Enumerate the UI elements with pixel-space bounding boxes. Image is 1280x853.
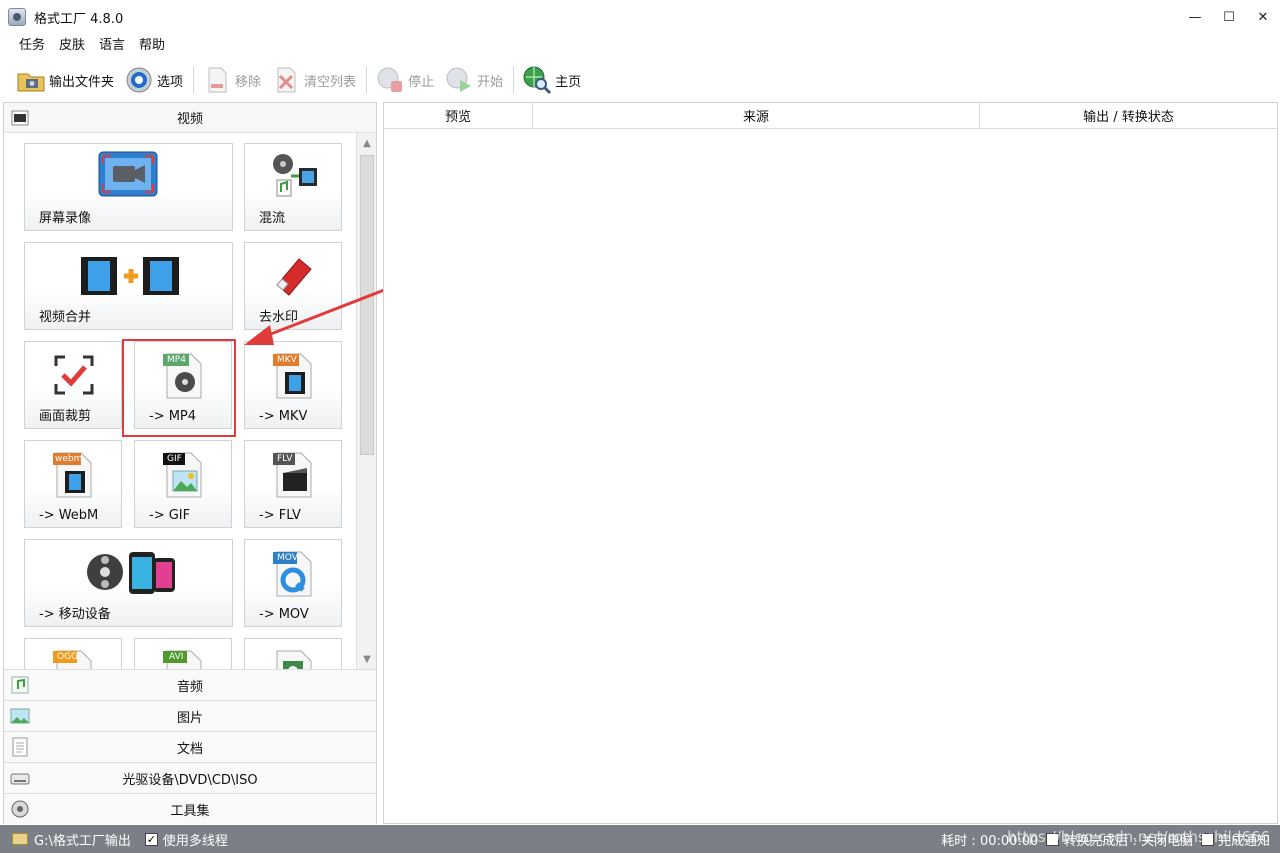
drive-icon <box>10 773 30 785</box>
video-tool-grid: 屏幕录像 混流 视频合并 去水印 画面裁剪 MP4 -> MP4 MKV -> … <box>4 133 376 669</box>
video-grid-scrollbar[interactable]: ▲ ▼ <box>356 133 376 669</box>
toolbar: 输出文件夹 选项 移除 清空列表 停止 开始 主页 <box>0 60 1280 100</box>
tile-to-mov[interactable]: MOV -> MOV <box>244 539 342 627</box>
menu-skin[interactable]: 皮肤 <box>52 34 92 58</box>
crop-icon <box>54 355 94 395</box>
close-button[interactable]: ✕ <box>1246 0 1280 34</box>
picture-icon <box>10 708 30 724</box>
app-icon <box>8 8 26 26</box>
notify-checkbox[interactable] <box>1200 832 1214 846</box>
toolbar-separator <box>513 66 515 94</box>
options-button[interactable]: 选项 <box>124 62 183 98</box>
maximize-button[interactable]: ☐ <box>1212 0 1246 34</box>
category-image[interactable]: 图片 <box>4 700 376 731</box>
tile-to-ogg[interactable]: OGG <box>24 638 122 669</box>
multithread-checkbox[interactable]: ✓ <box>144 832 158 846</box>
window-title: 格式工厂 4.8.0 <box>34 11 124 27</box>
category-document[interactable]: 文档 <box>4 731 376 762</box>
home-button[interactable]: 主页 <box>522 62 581 98</box>
document-icon <box>12 737 28 757</box>
eraser-icon <box>276 258 312 296</box>
start-button[interactable]: 开始 <box>444 62 503 98</box>
screen-record-icon <box>98 151 158 197</box>
start-icon <box>446 67 472 92</box>
multithread-label: 使用多线程 <box>162 833 228 849</box>
shutdown-checkbox[interactable] <box>1046 832 1060 846</box>
status-bar: G:\格式工厂输出 ✓ 使用多线程 耗时 : 00:00:00 转换完成后 : … <box>0 825 1280 853</box>
tile-to-mkv[interactable]: MKV -> MKV <box>244 341 342 429</box>
column-source[interactable]: 来源 <box>533 103 980 129</box>
stop-button[interactable]: 停止 <box>375 62 434 98</box>
scroll-down-icon[interactable]: ▼ <box>357 649 377 669</box>
globe-search-icon <box>523 66 552 95</box>
video-file-icon <box>276 650 312 669</box>
minimize-button[interactable]: — <box>1178 0 1212 34</box>
title-bar: 格式工厂 4.8.0 — ☐ ✕ <box>0 0 1280 34</box>
scroll-up-icon[interactable]: ▲ <box>357 133 377 153</box>
toolbar-separator <box>366 66 368 94</box>
tile-to-other[interactable] <box>244 638 342 669</box>
category-optical-drive[interactable]: 光驱设备\DVD\CD\ISO <box>4 762 376 793</box>
column-output-status[interactable]: 输出 / 转换状态 <box>980 103 1277 129</box>
tile-video-merge[interactable]: 视频合并 <box>24 242 233 330</box>
category-video[interactable]: 视频 <box>4 103 376 133</box>
tile-remove-watermark[interactable]: 去水印 <box>244 242 342 330</box>
scroll-thumb[interactable] <box>360 155 374 455</box>
menu-help[interactable]: 帮助 <box>132 34 172 58</box>
folder-icon <box>17 73 45 92</box>
toolbox-icon <box>11 800 29 818</box>
remove-document-icon <box>208 67 227 93</box>
tile-to-flv[interactable]: FLV -> FLV <box>244 440 342 528</box>
output-folder-icon[interactable] <box>12 833 28 845</box>
toolbar-separator <box>193 66 195 94</box>
output-folder-button[interactable]: 输出文件夹 <box>16 62 114 98</box>
clear-list-icon <box>277 67 296 93</box>
tile-crop[interactable]: 画面裁剪 <box>24 341 122 429</box>
mobile-device-icon <box>87 552 175 594</box>
menu-task[interactable]: 任务 <box>12 34 52 58</box>
category-audio[interactable]: 音频 <box>4 669 376 700</box>
tile-to-mp4[interactable]: MP4 -> MP4 <box>134 341 232 429</box>
clear-list-button[interactable]: 清空列表 <box>271 62 356 98</box>
tile-to-gif[interactable]: GIF -> GIF <box>134 440 232 528</box>
stop-icon <box>377 67 403 92</box>
gear-icon <box>126 67 152 93</box>
column-preview[interactable]: 预览 <box>384 103 533 129</box>
category-toolbox[interactable]: 工具集 <box>4 793 376 824</box>
shutdown-label: 转换完成后 : 关闭电脑 <box>1063 833 1193 849</box>
tile-to-avi[interactable]: AVI <box>134 638 232 669</box>
clapperboard-icon <box>11 110 29 126</box>
menu-bar: 任务 皮肤 语言 帮助 <box>0 34 172 58</box>
tile-to-mobile[interactable]: -> 移动设备 <box>24 539 233 627</box>
category-list: 音频 图片 文档 光驱设备\DVD\CD\ISO 工具集 <box>4 669 376 824</box>
avi-file-icon <box>163 650 202 669</box>
category-panel: 视频 屏幕录像 混流 视频合并 去水印 画面裁剪 MP4 -> MP4 MKV … <box>3 102 377 824</box>
window-controls: — ☐ ✕ <box>1178 0 1280 34</box>
output-path[interactable]: G:\格式工厂输出 <box>34 830 131 849</box>
mux-icon <box>273 154 317 197</box>
remove-button[interactable]: 移除 <box>202 62 261 98</box>
tile-screen-record[interactable]: 屏幕录像 <box>24 143 233 231</box>
task-list-panel: 预览 来源 输出 / 转换状态 <box>383 102 1278 824</box>
menu-language[interactable]: 语言 <box>92 34 132 58</box>
music-note-icon <box>11 676 29 694</box>
tile-mux[interactable]: 混流 <box>244 143 342 231</box>
elapsed-time: 耗时 : 00:00:00 <box>941 833 1039 849</box>
notify-label: 完成通知 <box>1217 833 1270 849</box>
video-merge-icon <box>81 257 179 295</box>
tile-to-webm[interactable]: webm -> WebM <box>24 440 122 528</box>
